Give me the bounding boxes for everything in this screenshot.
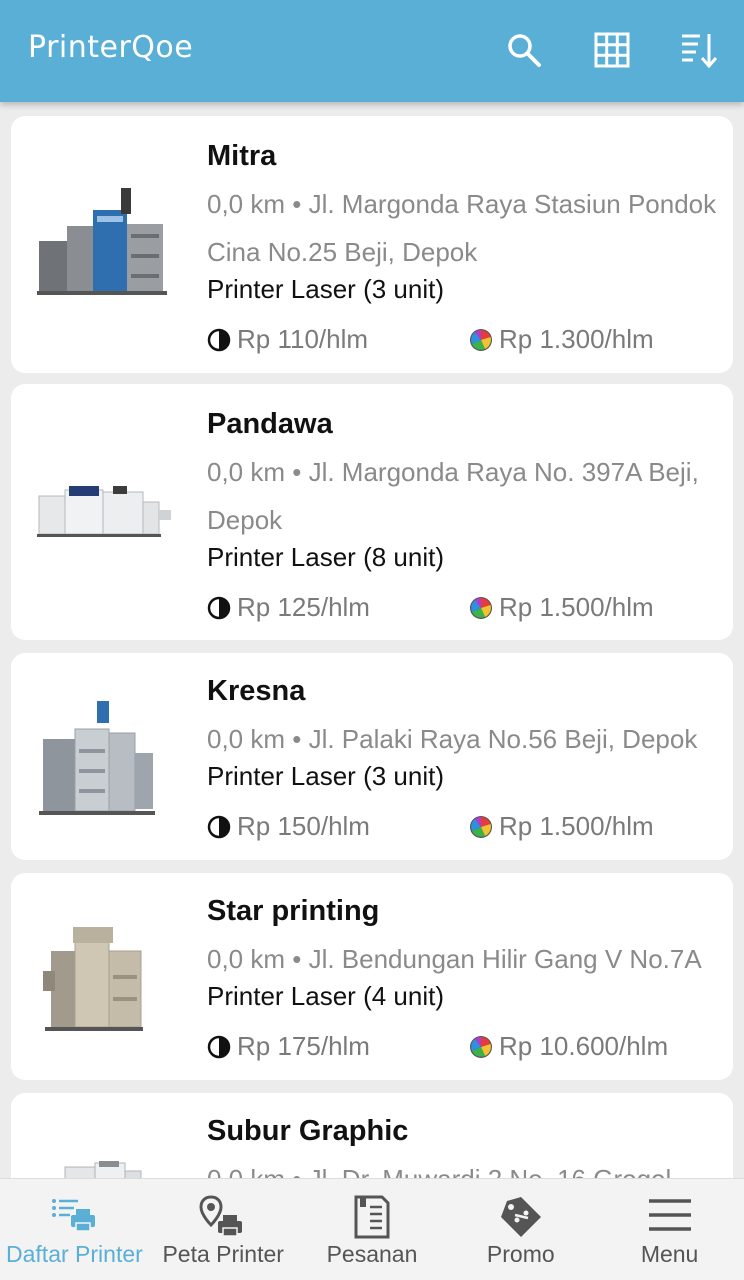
bw-print-icon: [207, 596, 231, 619]
printer-image: [64, 1161, 142, 1178]
printer-name: Star printing: [207, 895, 380, 927]
price-bw-label: Rp 150/hlm: [237, 811, 370, 841]
price-bw: Rp 175/hlm: [207, 1031, 370, 1062]
printer-card-star-printing[interactable]: Star printing 0,0 km • Jl. Bendungan Hil…: [11, 873, 733, 1080]
app-logo: PrinterQoe: [28, 30, 194, 65]
price-bw: Rp 150/hlm: [207, 811, 370, 842]
bottom-nav: Daftar Printer Peta Printer Pesanan Prom…: [0, 1178, 744, 1280]
color-print-icon: [470, 815, 492, 838]
printer-name: Subur Graphic: [207, 1115, 409, 1147]
color-print-icon: [470, 596, 492, 619]
price-bw-label: Rp 175/hlm: [237, 1031, 370, 1061]
bw-print-icon: [207, 815, 231, 838]
price-color-label: Rp 1.300/hlm: [499, 324, 654, 354]
bw-print-icon: [207, 328, 231, 351]
hamburger-menu-icon: [648, 1199, 691, 1231]
bw-print-icon: [207, 1035, 231, 1058]
printer-image: [39, 701, 155, 815]
price-color-label: Rp 10.600/hlm: [499, 1031, 669, 1061]
promo-tag-icon: [500, 1197, 541, 1237]
nav-label: Peta Printer: [162, 1241, 284, 1267]
nav-label: Menu: [640, 1241, 699, 1267]
search-icon[interactable]: [504, 30, 544, 70]
printer-type: Printer Laser (4 unit): [207, 981, 444, 1011]
printer-type: Printer Laser (8 unit): [207, 542, 444, 572]
printer-image: [43, 927, 143, 1031]
price-color: Rp 1.300/hlm: [469, 324, 654, 355]
nav-label: Pesanan: [326, 1241, 418, 1267]
sort-icon[interactable]: [680, 30, 720, 70]
order-document-icon: [354, 1195, 390, 1239]
nav-pesanan[interactable]: Pesanan: [298, 1179, 447, 1280]
nav-promo[interactable]: Promo: [446, 1179, 595, 1280]
price-bw-label: Rp 110/hlm: [237, 324, 369, 354]
color-print-icon: [470, 328, 492, 351]
grid-view-icon[interactable]: [592, 30, 632, 70]
price-color-label: Rp 1.500/hlm: [499, 592, 654, 622]
price-bw: Rp 125/hlm: [207, 592, 370, 623]
price-color: Rp 1.500/hlm: [469, 592, 654, 623]
printer-address: 0,0 km • Jl. Bendungan Hilir Gang V No.7…: [207, 944, 702, 974]
printer-name: Kresna: [207, 675, 306, 707]
price-bw-label: Rp 125/hlm: [237, 592, 370, 622]
printer-card-mitra[interactable]: Mitra 0,0 km • Jl. Margonda Raya Stasiun…: [11, 116, 733, 373]
printer-address: 0,0 km • Jl. Dr. Muwardi 2 No. 16 Grogol: [207, 1155, 732, 1178]
nav-menu[interactable]: Menu: [595, 1179, 744, 1280]
printer-list-icon: [52, 1199, 96, 1232]
printer-list: Mitra 0,0 km • Jl. Margonda Raya Stasiun…: [0, 102, 744, 1178]
price-color-label: Rp 1.500/hlm: [499, 811, 654, 841]
printer-type: Printer Laser (3 unit): [207, 761, 444, 791]
printer-address: 0,0 km • Jl. Margonda Raya Stasiun Pondo…: [207, 189, 717, 267]
printer-name: Pandawa: [207, 408, 333, 440]
printer-card-subur-graphic[interactable]: Subur Graphic 0,0 km • Jl. Dr. Muwardi 2…: [11, 1093, 733, 1178]
printer-name: Mitra: [207, 140, 277, 172]
color-print-icon: [470, 1035, 492, 1058]
price-color: Rp 10.600/hlm: [469, 1031, 668, 1062]
price-bw: Rp 110/hlm: [207, 324, 368, 355]
nav-daftar-printer[interactable]: Daftar Printer: [0, 1179, 149, 1280]
printer-image: [37, 188, 167, 295]
printer-type: Printer Laser (3 unit): [207, 274, 444, 304]
printer-card-pandawa[interactable]: Pandawa 0,0 km • Jl. Margonda Raya No. 3…: [11, 384, 733, 640]
printer-card-kresna[interactable]: Kresna 0,0 km • Jl. Palaki Raya No.56 Be…: [11, 653, 733, 860]
price-color: Rp 1.500/hlm: [469, 811, 654, 842]
printer-image: [37, 486, 171, 537]
printer-address: 0,0 km • Jl. Margonda Raya No. 397A Beji…: [207, 457, 699, 535]
nav-label: Daftar Printer: [6, 1241, 143, 1267]
nav-label: Promo: [486, 1241, 555, 1267]
printer-map-icon: [199, 1195, 243, 1237]
app-bar: PrinterQoe: [0, 0, 744, 102]
printer-address: 0,0 km • Jl. Palaki Raya No.56 Beji, Dep…: [207, 724, 698, 754]
nav-peta-printer[interactable]: Peta Printer: [149, 1179, 298, 1280]
